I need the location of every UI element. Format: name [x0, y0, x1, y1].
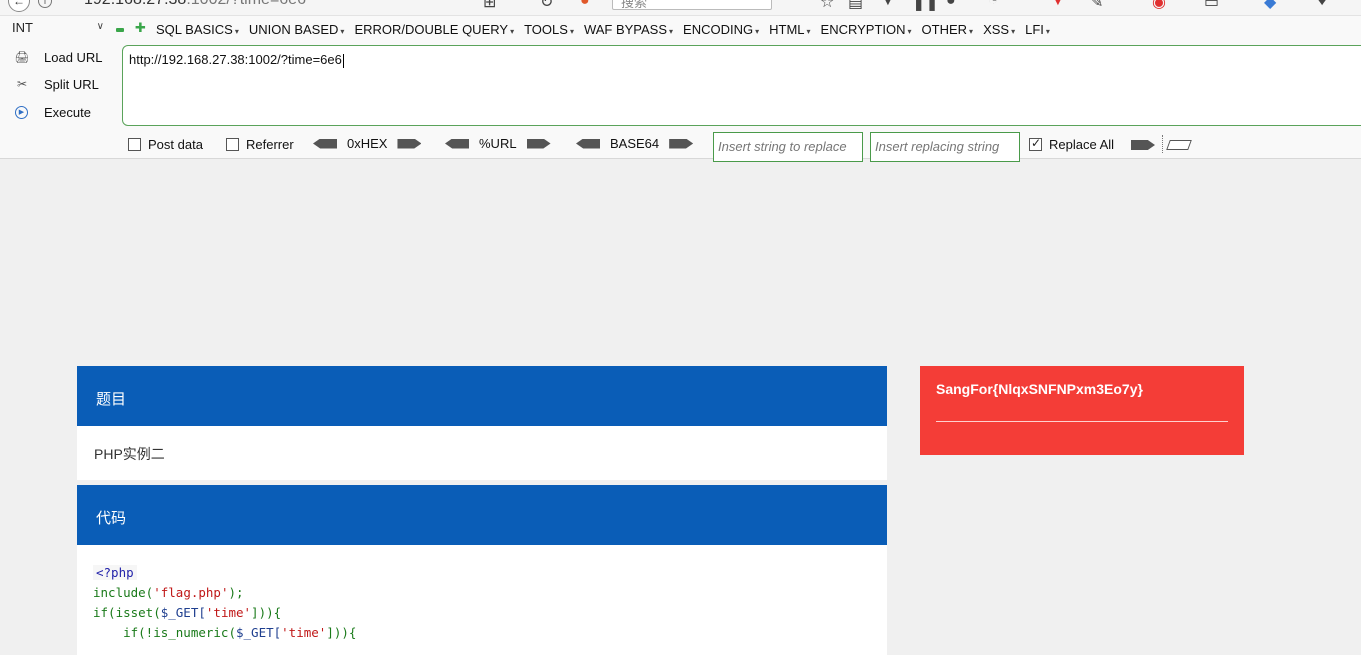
base64-label: BASE64 — [610, 136, 660, 151]
referrer-label: Referrer — [246, 137, 294, 152]
code-line: if(isset($_GET['time'])){ — [93, 605, 282, 620]
base64-decode-arrow-icon[interactable] — [576, 138, 600, 149]
code-line: include('flag.php'); — [93, 585, 244, 600]
hex-label: 0xHEX — [347, 136, 388, 151]
shield-icon[interactable]: ♦ — [1318, 0, 1326, 10]
execute-button[interactable]: ▶ Execute — [14, 101, 91, 123]
minus-icon[interactable] — [116, 28, 124, 32]
type-select-value: INT — [12, 20, 33, 35]
referrer-checkbox[interactable]: Referrer — [226, 137, 294, 152]
comment-icon[interactable]: ✎ — [1090, 0, 1103, 12]
execute-label: Execute — [44, 104, 91, 120]
url-encode-arrow-icon[interactable] — [526, 138, 551, 149]
url-decode-arrow-icon[interactable] — [445, 138, 469, 149]
play-icon: ▶ — [15, 105, 28, 119]
replace-all-box[interactable] — [1029, 136, 1042, 151]
code-line: <?php — [93, 563, 887, 583]
record-icon[interactable]: ◉ — [1152, 0, 1166, 12]
post-data-label: Post data — [148, 137, 203, 152]
post-data-box[interactable] — [128, 138, 141, 151]
translate-icon[interactable]: ⊞ — [483, 0, 496, 12]
replace-all-label: Replace All — [1049, 137, 1115, 152]
code-line: if(!is_numeric($_GET['time'])){ — [93, 625, 357, 640]
split-url-label: Split URL — [44, 76, 99, 92]
replace-string-placeholder: Insert string to replace — [718, 139, 847, 154]
menu-tools[interactable]: TOOLS ▾ — [524, 22, 574, 37]
problem-header-label: 题目 — [96, 391, 127, 408]
split-url-button[interactable]: ✂ Split URL — [14, 73, 99, 95]
problem-body: PHP实例二 — [77, 426, 887, 480]
menu-error-double-query[interactable]: ERROR/DOUBLE QUERY ▾ — [354, 22, 514, 37]
menu-html[interactable]: HTML ▾ — [769, 22, 810, 37]
address-host: 192.168.27.38 — [84, 0, 186, 8]
load-url-button[interactable]: 🖨 Load URL — [14, 46, 103, 68]
menu-union-based[interactable]: UNION BASED ▾ — [249, 22, 345, 37]
browser-logo-icon[interactable]: ● — [580, 0, 590, 10]
flag-divider — [936, 421, 1228, 422]
code-header: 代码 — [77, 485, 887, 545]
menu-other[interactable]: OTHER ▾ — [922, 22, 974, 37]
code-block: <?php include('flag.php'); if(isset($_GE… — [77, 545, 887, 655]
search-placeholder: 搜索 — [621, 0, 648, 10]
url-enc-label: %URL — [479, 136, 517, 151]
extension-icon[interactable]: ● — [946, 0, 956, 10]
chevron-down-icon: ∨ — [96, 21, 104, 32]
sync-icon[interactable]: ◔ — [988, 0, 998, 10]
load-url-icon: 🖨 — [14, 50, 30, 64]
bookmark-star-icon[interactable]: ☆ — [820, 0, 834, 12]
profile-icon[interactable]: ◆ — [1264, 0, 1276, 12]
url-value: http://192.168.27.38:1002/?time=6e6 — [129, 52, 344, 68]
replace-string-input[interactable]: Insert string to replace — [713, 132, 863, 162]
post-data-checkbox[interactable]: Post data — [128, 137, 203, 152]
replace-arrow-icon[interactable] — [1131, 140, 1155, 150]
menu-sql-basics[interactable]: SQL BASICS ▾ — [156, 22, 239, 37]
hackbar-menu-row: INT ∨ ✚ SQL BASICS ▾ UNION BASED ▾ ERROR/D… — [0, 16, 1361, 42]
scissors-icon: ✂ — [16, 77, 28, 91]
device-icon[interactable]: ▭ — [1204, 0, 1219, 12]
replace-next-arrow-icon[interactable] — [1166, 140, 1192, 150]
replacing-string-placeholder: Insert replacing string — [875, 139, 1000, 154]
flag-box: SangFor{NlqxSNFNPxm3Eo7y} — [920, 366, 1244, 455]
info-icon[interactable]: i — [38, 0, 52, 8]
hex-encoder: 0xHEX — [313, 136, 422, 151]
code-header-label: 代码 — [96, 510, 127, 527]
hackbar-options-row: Post data Referrer 0xHEX %URL BASE64 Ins… — [128, 132, 1358, 162]
download-icon[interactable]: ▼ — [880, 0, 896, 10]
pause-icon[interactable]: ❚❚ — [912, 0, 939, 12]
hex-decode-arrow-icon[interactable] — [313, 138, 337, 149]
reload-icon[interactable]: ↻ — [540, 0, 553, 12]
menu-lfi[interactable]: LFI ▾ — [1025, 22, 1050, 37]
load-url-label: Load URL — [44, 49, 103, 65]
type-select[interactable]: INT ∨ — [12, 20, 104, 38]
hackbar-menus: SQL BASICS ▾ UNION BASED ▾ ERROR/DOUBLE QU… — [156, 22, 1050, 37]
flag-text: SangFor{NlqxSNFNPxm3Eo7y} — [936, 381, 1143, 397]
hackbar-panel: INT ∨ ✚ SQL BASICS ▾ UNION BASED ▾ ERROR/D… — [0, 16, 1361, 162]
replace-all-checkbox[interactable]: Replace All — [1029, 136, 1115, 152]
base64-encode-arrow-icon[interactable] — [669, 138, 694, 149]
menu-encryption[interactable]: ENCRYPTION ▾ — [821, 22, 912, 37]
base64-encoder: BASE64 — [576, 136, 694, 151]
url-encoder: %URL — [445, 136, 551, 151]
address-bar[interactable]: 192.168.27.38:1002/?time=6e6 — [84, 0, 306, 9]
address-path: :1002/?time=6e6 — [186, 0, 306, 8]
hex-encode-arrow-icon[interactable] — [397, 138, 422, 149]
library-icon[interactable]: ▤ — [848, 0, 863, 12]
menu-encoding[interactable]: ENCODING ▾ — [683, 22, 759, 37]
problem-header: 题目 — [77, 366, 887, 426]
search-input[interactable]: 搜索 — [612, 0, 772, 10]
menu-waf-bypass[interactable]: WAF BYPASS ▾ — [584, 22, 673, 37]
plus-icon[interactable]: ✚ — [135, 21, 146, 34]
js-extension-icon[interactable]: ▼ — [1050, 0, 1066, 10]
replacing-string-input[interactable]: Insert replacing string — [870, 132, 1020, 162]
separator — [1162, 135, 1163, 153]
referrer-box[interactable] — [226, 138, 239, 151]
problem-text: PHP实例二 — [94, 446, 165, 462]
menu-xss[interactable]: XSS ▾ — [983, 22, 1015, 37]
back-icon[interactable]: ← — [8, 0, 30, 12]
browser-toolbar: ← i 192.168.27.38:1002/?time=6e6 ⊞ ↻ ● 搜… — [0, 0, 1361, 16]
url-textarea[interactable]: http://192.168.27.38:1002/?time=6e6 — [122, 45, 1361, 126]
